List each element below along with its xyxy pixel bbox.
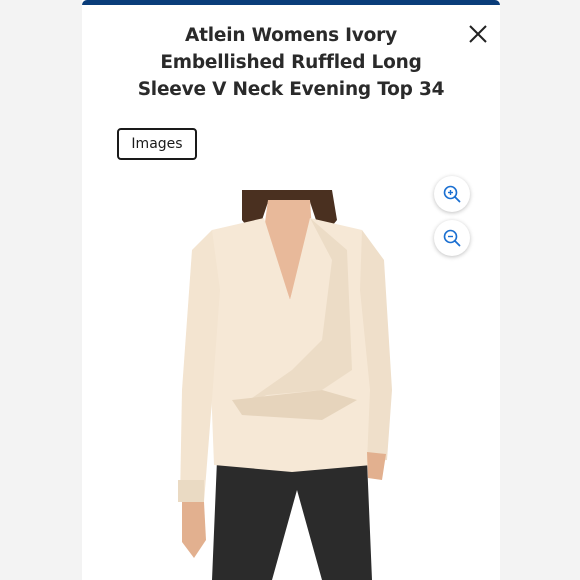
product-title: Atlein Womens Ivory Embellished Ruffled … xyxy=(137,25,445,100)
images-tab-button[interactable]: Images xyxy=(117,128,197,160)
close-icon xyxy=(469,25,487,43)
image-viewer-modal: Atlein Womens Ivory Embellished Ruffled … xyxy=(82,0,500,580)
background-left xyxy=(0,0,82,580)
model-pants xyxy=(212,460,372,580)
zoom-out-button[interactable] xyxy=(434,220,470,256)
modal-header-bar xyxy=(82,0,500,5)
zoom-out-icon xyxy=(443,229,461,247)
close-button[interactable] xyxy=(466,22,490,46)
zoom-in-button[interactable] xyxy=(434,176,470,212)
model-left-hand xyxy=(182,502,206,558)
product-image xyxy=(178,190,392,580)
background-right xyxy=(500,0,580,580)
zoom-in-icon xyxy=(443,185,461,203)
model-right-hand xyxy=(367,452,386,480)
